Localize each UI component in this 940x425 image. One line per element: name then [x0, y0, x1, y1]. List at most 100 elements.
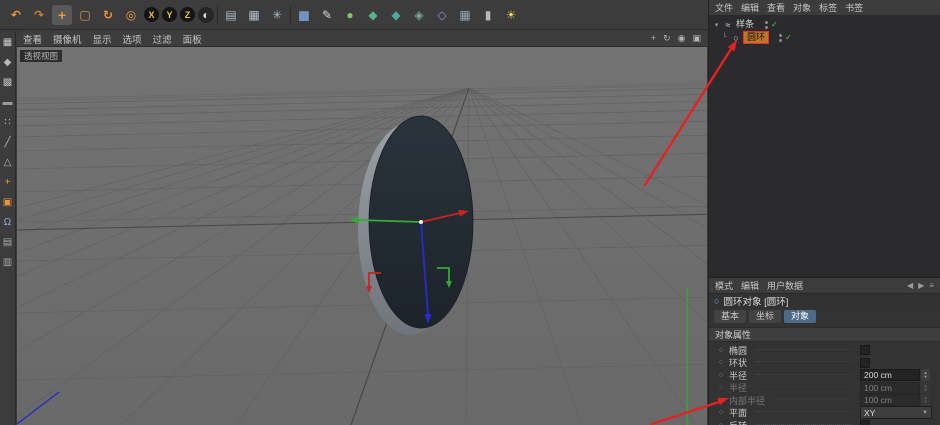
- am-history-controls: ◀ ▶ ≡: [907, 281, 934, 290]
- axis-lock-z-button[interactable]: Z: [180, 7, 195, 22]
- subdivision-surface-icon[interactable]: ●: [340, 5, 360, 25]
- fields-icon[interactable]: ◈: [409, 5, 429, 25]
- edges-mode-icon[interactable]: ╱: [1, 136, 14, 149]
- om-menu-bookmarks[interactable]: 书签: [845, 1, 863, 14]
- circle-spline-icon[interactable]: ○: [731, 33, 741, 43]
- polygons-mode-icon[interactable]: △: [1, 156, 14, 169]
- rotate-tool-icon[interactable]: ↻: [98, 5, 118, 25]
- property-label: 半径: [729, 369, 747, 382]
- render-view-icon[interactable]: ▤: [221, 5, 241, 25]
- light-icon[interactable]: ☀: [501, 5, 521, 25]
- pan-view-icon[interactable]: +: [651, 33, 656, 44]
- move-tool-icon[interactable]: +: [52, 5, 72, 25]
- snap-settings-icon[interactable]: Ω: [1, 216, 14, 229]
- points-mode-icon[interactable]: ∷: [1, 116, 14, 129]
- model-mode-icon[interactable]: ◆: [1, 56, 14, 69]
- viewport-canvas[interactable]: 透视视图: [17, 47, 707, 425]
- viewport-menu-display[interactable]: 显示: [93, 32, 112, 46]
- object-manager-menubar: 文件 编辑 查看 对象 标签 书签: [709, 0, 940, 16]
- object-name-circle[interactable]: 圆环: [744, 32, 768, 43]
- viewport-menu-panel[interactable]: 面板: [183, 32, 202, 46]
- om-menu-tags[interactable]: 标签: [819, 1, 837, 14]
- convert-editable-icon[interactable]: ▦: [1, 36, 14, 49]
- ellipse-checkbox[interactable]: [860, 345, 870, 355]
- undo-icon[interactable]: ↶: [6, 5, 26, 25]
- viewport-menu-options[interactable]: 选项: [123, 32, 142, 46]
- leader-dots: [755, 348, 852, 350]
- viewport-view-label[interactable]: 透视视图: [20, 50, 62, 62]
- circle-object[interactable]: [358, 116, 473, 335]
- coordinate-system-icon[interactable]: ◐: [198, 7, 214, 23]
- separator: [290, 6, 291, 24]
- history-back-icon[interactable]: ◀: [907, 281, 913, 290]
- leader-dots: [755, 360, 852, 362]
- am-menu-edit[interactable]: 编辑: [741, 279, 759, 292]
- texture-axis-icon[interactable]: ▣: [1, 196, 14, 209]
- object-row-spline[interactable]: ▾ ≈ 样条 ✓: [709, 18, 940, 31]
- visibility-dots[interactable]: [765, 21, 768, 29]
- enable-check-icon[interactable]: ✓: [785, 34, 792, 42]
- leader-dots: [755, 385, 852, 387]
- texture-mode-icon[interactable]: ▩: [1, 76, 14, 89]
- ring-checkbox[interactable]: [860, 358, 870, 368]
- axis-lock-x-button[interactable]: X: [144, 7, 159, 22]
- reverse-checkbox[interactable]: [860, 420, 870, 425]
- spline-object-icon[interactable]: ≈: [723, 20, 733, 30]
- object-row-circle[interactable]: └ ○ 圆环 ✓: [709, 31, 940, 44]
- keyframe-ring-icon[interactable]: ○: [717, 347, 725, 354]
- leader-dots: [773, 398, 852, 400]
- content-browser-icon[interactable]: ▤: [1, 236, 14, 249]
- expand-toggle-icon[interactable]: ▾: [713, 21, 720, 29]
- viewport-menu-view[interactable]: 查看: [23, 32, 42, 46]
- keyframe-ring-icon[interactable]: ○: [717, 409, 725, 416]
- keyframe-ring-icon[interactable]: ○: [717, 359, 725, 366]
- object-name-spline[interactable]: 样条: [736, 19, 754, 30]
- om-menu-view[interactable]: 查看: [767, 1, 785, 14]
- perspective-viewport: 查看 摄像机 显示 选项 过滤 面板 + ↻ ◉ ▣: [17, 31, 707, 425]
- am-tabs: 基本 坐标 对象: [709, 308, 940, 325]
- keyframe-ring-icon[interactable]: ○: [717, 372, 725, 379]
- plane-dropdown[interactable]: XY ▼: [860, 406, 932, 419]
- orbit-view-icon[interactable]: ↻: [663, 33, 671, 44]
- spline-pen-icon[interactable]: ✎: [317, 5, 337, 25]
- am-menu-mode[interactable]: 模式: [715, 279, 733, 292]
- am-object-title: 圆环对象 [圆环]: [723, 294, 788, 308]
- viewport-menu-cameras[interactable]: 摄像机: [53, 32, 82, 46]
- deformer-icon[interactable]: ◇: [432, 5, 452, 25]
- om-menu-objects[interactable]: 对象: [793, 1, 811, 14]
- viewport-menu-filter[interactable]: 过滤: [153, 32, 172, 46]
- om-menu-file[interactable]: 文件: [715, 1, 733, 14]
- enable-axis-icon[interactable]: +: [1, 176, 14, 189]
- volume-builder-icon[interactable]: ◆: [386, 5, 406, 25]
- am-object-header: ○ 圆环对象 [圆环]: [709, 294, 940, 308]
- workplane-mode-icon[interactable]: ▬: [1, 96, 14, 109]
- tab-basic[interactable]: 基本: [714, 310, 746, 323]
- camera-icon[interactable]: ▮: [478, 5, 498, 25]
- enable-check-icon[interactable]: ✓: [771, 21, 778, 29]
- extrude-generator-icon[interactable]: ◆: [363, 5, 383, 25]
- history-forward-icon[interactable]: ▶: [918, 281, 924, 290]
- am-panel-menu-icon[interactable]: ≡: [929, 281, 934, 290]
- tab-coordinates[interactable]: 坐标: [749, 310, 781, 323]
- axis-lock-y-button[interactable]: Y: [162, 7, 177, 22]
- radius-input[interactable]: 200 cm: [860, 369, 920, 381]
- maximize-view-icon[interactable]: ▣: [692, 33, 701, 44]
- primitive-cube-icon[interactable]: ◼: [294, 5, 314, 25]
- om-menu-edit[interactable]: 编辑: [741, 1, 759, 14]
- property-label: 椭圆: [729, 344, 747, 357]
- gizmo-center-handle[interactable]: [419, 220, 423, 224]
- render-settings-icon[interactable]: ✳: [267, 5, 287, 25]
- last-tool-icon[interactable]: ◎: [121, 5, 141, 25]
- radius-stepper[interactable]: ▲▼: [921, 369, 930, 381]
- render-picture-viewer-icon[interactable]: ▦: [244, 5, 264, 25]
- redo-icon[interactable]: ↷: [29, 5, 49, 25]
- am-menu-userdata[interactable]: 用户数据: [767, 279, 803, 292]
- layer-icon[interactable]: ▥: [1, 256, 14, 269]
- environment-icon[interactable]: ▦: [455, 5, 475, 25]
- zoom-view-icon[interactable]: ◉: [678, 33, 686, 44]
- tab-object[interactable]: 对象: [784, 310, 816, 323]
- keyframe-ring-icon: ○: [717, 397, 725, 404]
- scale-tool-icon[interactable]: ▢: [75, 5, 95, 25]
- circle-object-icon: ○: [714, 296, 719, 306]
- visibility-dots[interactable]: [779, 34, 782, 42]
